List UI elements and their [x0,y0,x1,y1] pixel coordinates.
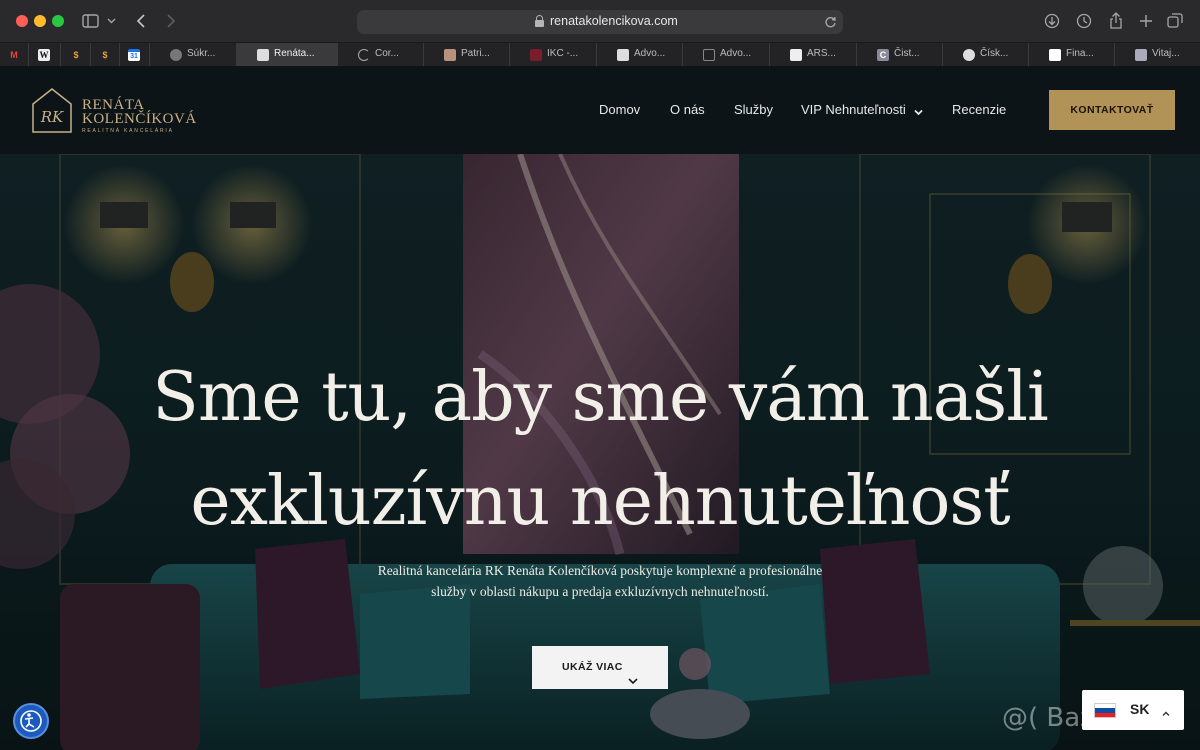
tab-dollar-1[interactable]: $ [61,43,91,67]
hero-description: Realitná kancelária RK Renáta Kolenčíkov… [340,560,860,602]
calendar-icon: 31 [128,49,140,61]
site-icon [257,49,269,61]
hero-headline: Sme tu, aby sme vám našli exkluzívnu neh… [0,346,1200,554]
hero-headline-line2: exkluzívnu nehnuteľnosť [190,462,1010,541]
accessibility-icon [20,710,42,732]
tab-fina[interactable]: Fina... [1029,43,1115,67]
browser-toolbar: renatakolencikova.com [0,0,1200,42]
share-icon[interactable] [1107,10,1125,32]
show-more-button[interactable]: UKÁŽ VIAC [532,646,668,689]
nav-recenzie[interactable]: Recenzie [952,102,1006,117]
tab-label: Renáta... [274,48,315,59]
tab-gmail[interactable]: M [0,43,29,67]
show-more-label: UKÁŽ VIAC [562,661,623,673]
tab-ars[interactable]: ARS... [770,43,857,67]
letter-c-icon: C [877,49,889,61]
site-icon [1049,49,1061,61]
tab-advo-1[interactable]: Advo... [597,43,683,67]
hero-section: Sme tu, aby sme vám našli exkluzívnu neh… [0,154,1200,750]
forward-icon[interactable] [162,10,180,32]
tab-wikipedia[interactable]: W [29,43,61,67]
site-icon [963,49,975,61]
tab-advo-2[interactable]: Advo... [683,43,770,67]
hero-headline-line1: Sme tu, aby sme vám našli [152,358,1048,437]
lock-icon [535,15,544,27]
language-code: SK [1130,701,1150,717]
tab-overview-chevron-icon[interactable] [104,10,118,32]
site-icon [444,49,456,61]
hero-description-line2: služby v oblasti nákupu a predaja exkluz… [431,584,769,599]
tab-renata[interactable]: Renáta... [237,43,338,67]
site-icon [617,49,629,61]
chevron-down-icon [628,662,638,685]
sidebar-icon[interactable] [80,10,100,32]
fullscreen-window-button[interactable] [52,15,64,27]
back-icon[interactable] [132,10,150,32]
tab-cisk[interactable]: Čísk... [943,43,1029,67]
tab-bar: M W $ $ 31 Súkr... Renáta... Cor... Patr… [0,42,1200,67]
gmail-icon: M [10,50,18,60]
chevron-down-icon[interactable] [914,104,923,116]
tab-patri[interactable]: Patri... [424,43,510,67]
site-header: RK RENÁTA KOLENČÍKOVÁ REALITNÁ KANCELÁRI… [0,66,1200,154]
tab-label: Cor... [375,48,399,59]
tab-ikc[interactable]: IKC -... [510,43,597,67]
site-icon [703,49,715,61]
tab-label: Advo... [634,48,666,59]
accessibility-button[interactable] [13,703,49,739]
nav-domov[interactable]: Domov [599,102,640,117]
logo-text[interactable]: RENÁTA KOLENČÍKOVÁ REALITNÁ KANCELÁRIA [82,97,197,135]
loading-icon [358,49,370,61]
tab-sukr[interactable]: Súkr... [150,43,237,67]
logo-house-icon[interactable]: RK [30,86,74,134]
logo-tagline: REALITNÁ KANCELÁRIA [82,128,174,134]
tab-cor[interactable]: Cor... [338,43,424,67]
tab-cist[interactable]: C Čist... [857,43,943,67]
tab-overview-icon[interactable] [1166,10,1184,32]
tab-label: Čísk... [980,48,1009,59]
nav-vip-nehnutelnosti[interactable]: VIP Nehnuteľnosti [801,102,906,117]
logo-name-line1: RENÁTA [82,97,145,113]
reload-icon[interactable] [824,12,837,32]
chevron-up-icon [1162,705,1170,716]
address-bar[interactable]: renatakolencikova.com [357,10,843,34]
close-window-button[interactable] [16,15,28,27]
tab-label: Advo... [720,48,752,59]
wikipedia-icon: W [38,49,50,61]
site-icon [1135,49,1147,61]
tab-label: Patri... [461,48,490,59]
tab-label: Fina... [1066,48,1094,59]
history-icon[interactable] [1075,10,1093,32]
tab-label: Čist... [894,48,920,59]
logo-monogram: RK [40,108,64,126]
contact-button[interactable]: KONTAKTOVAŤ [1049,90,1175,130]
minimize-window-button[interactable] [34,15,46,27]
tab-label: ARS... [807,48,836,59]
tab-dollar-2[interactable]: $ [91,43,120,67]
tab-vitaj[interactable]: Vitaj... [1115,43,1200,67]
tab-label: IKC -... [547,48,579,59]
slovakia-flag-icon [1094,703,1116,718]
globe-icon [170,49,182,61]
nav-sluzby[interactable]: Služby [734,102,773,117]
logo-name-line2: KOLENČÍKOVÁ [82,111,197,127]
site-icon [530,49,542,61]
nav-o-nas[interactable]: O nás [670,102,705,117]
site-icon [790,49,802,61]
dollar-icon: $ [102,50,108,60]
hero-description-line1: Realitná kancelária RK Renáta Kolenčíkov… [377,563,823,578]
new-tab-icon[interactable] [1137,10,1155,32]
language-selector[interactable]: SK [1082,690,1184,730]
downloads-icon[interactable] [1043,10,1061,32]
url-text: renatakolencikova.com [550,14,678,28]
tab-label: Súkr... [187,48,216,59]
tab-calendar[interactable]: 31 [120,43,150,67]
dollar-icon: $ [73,50,79,60]
tab-label: Vitaj... [1152,48,1180,59]
